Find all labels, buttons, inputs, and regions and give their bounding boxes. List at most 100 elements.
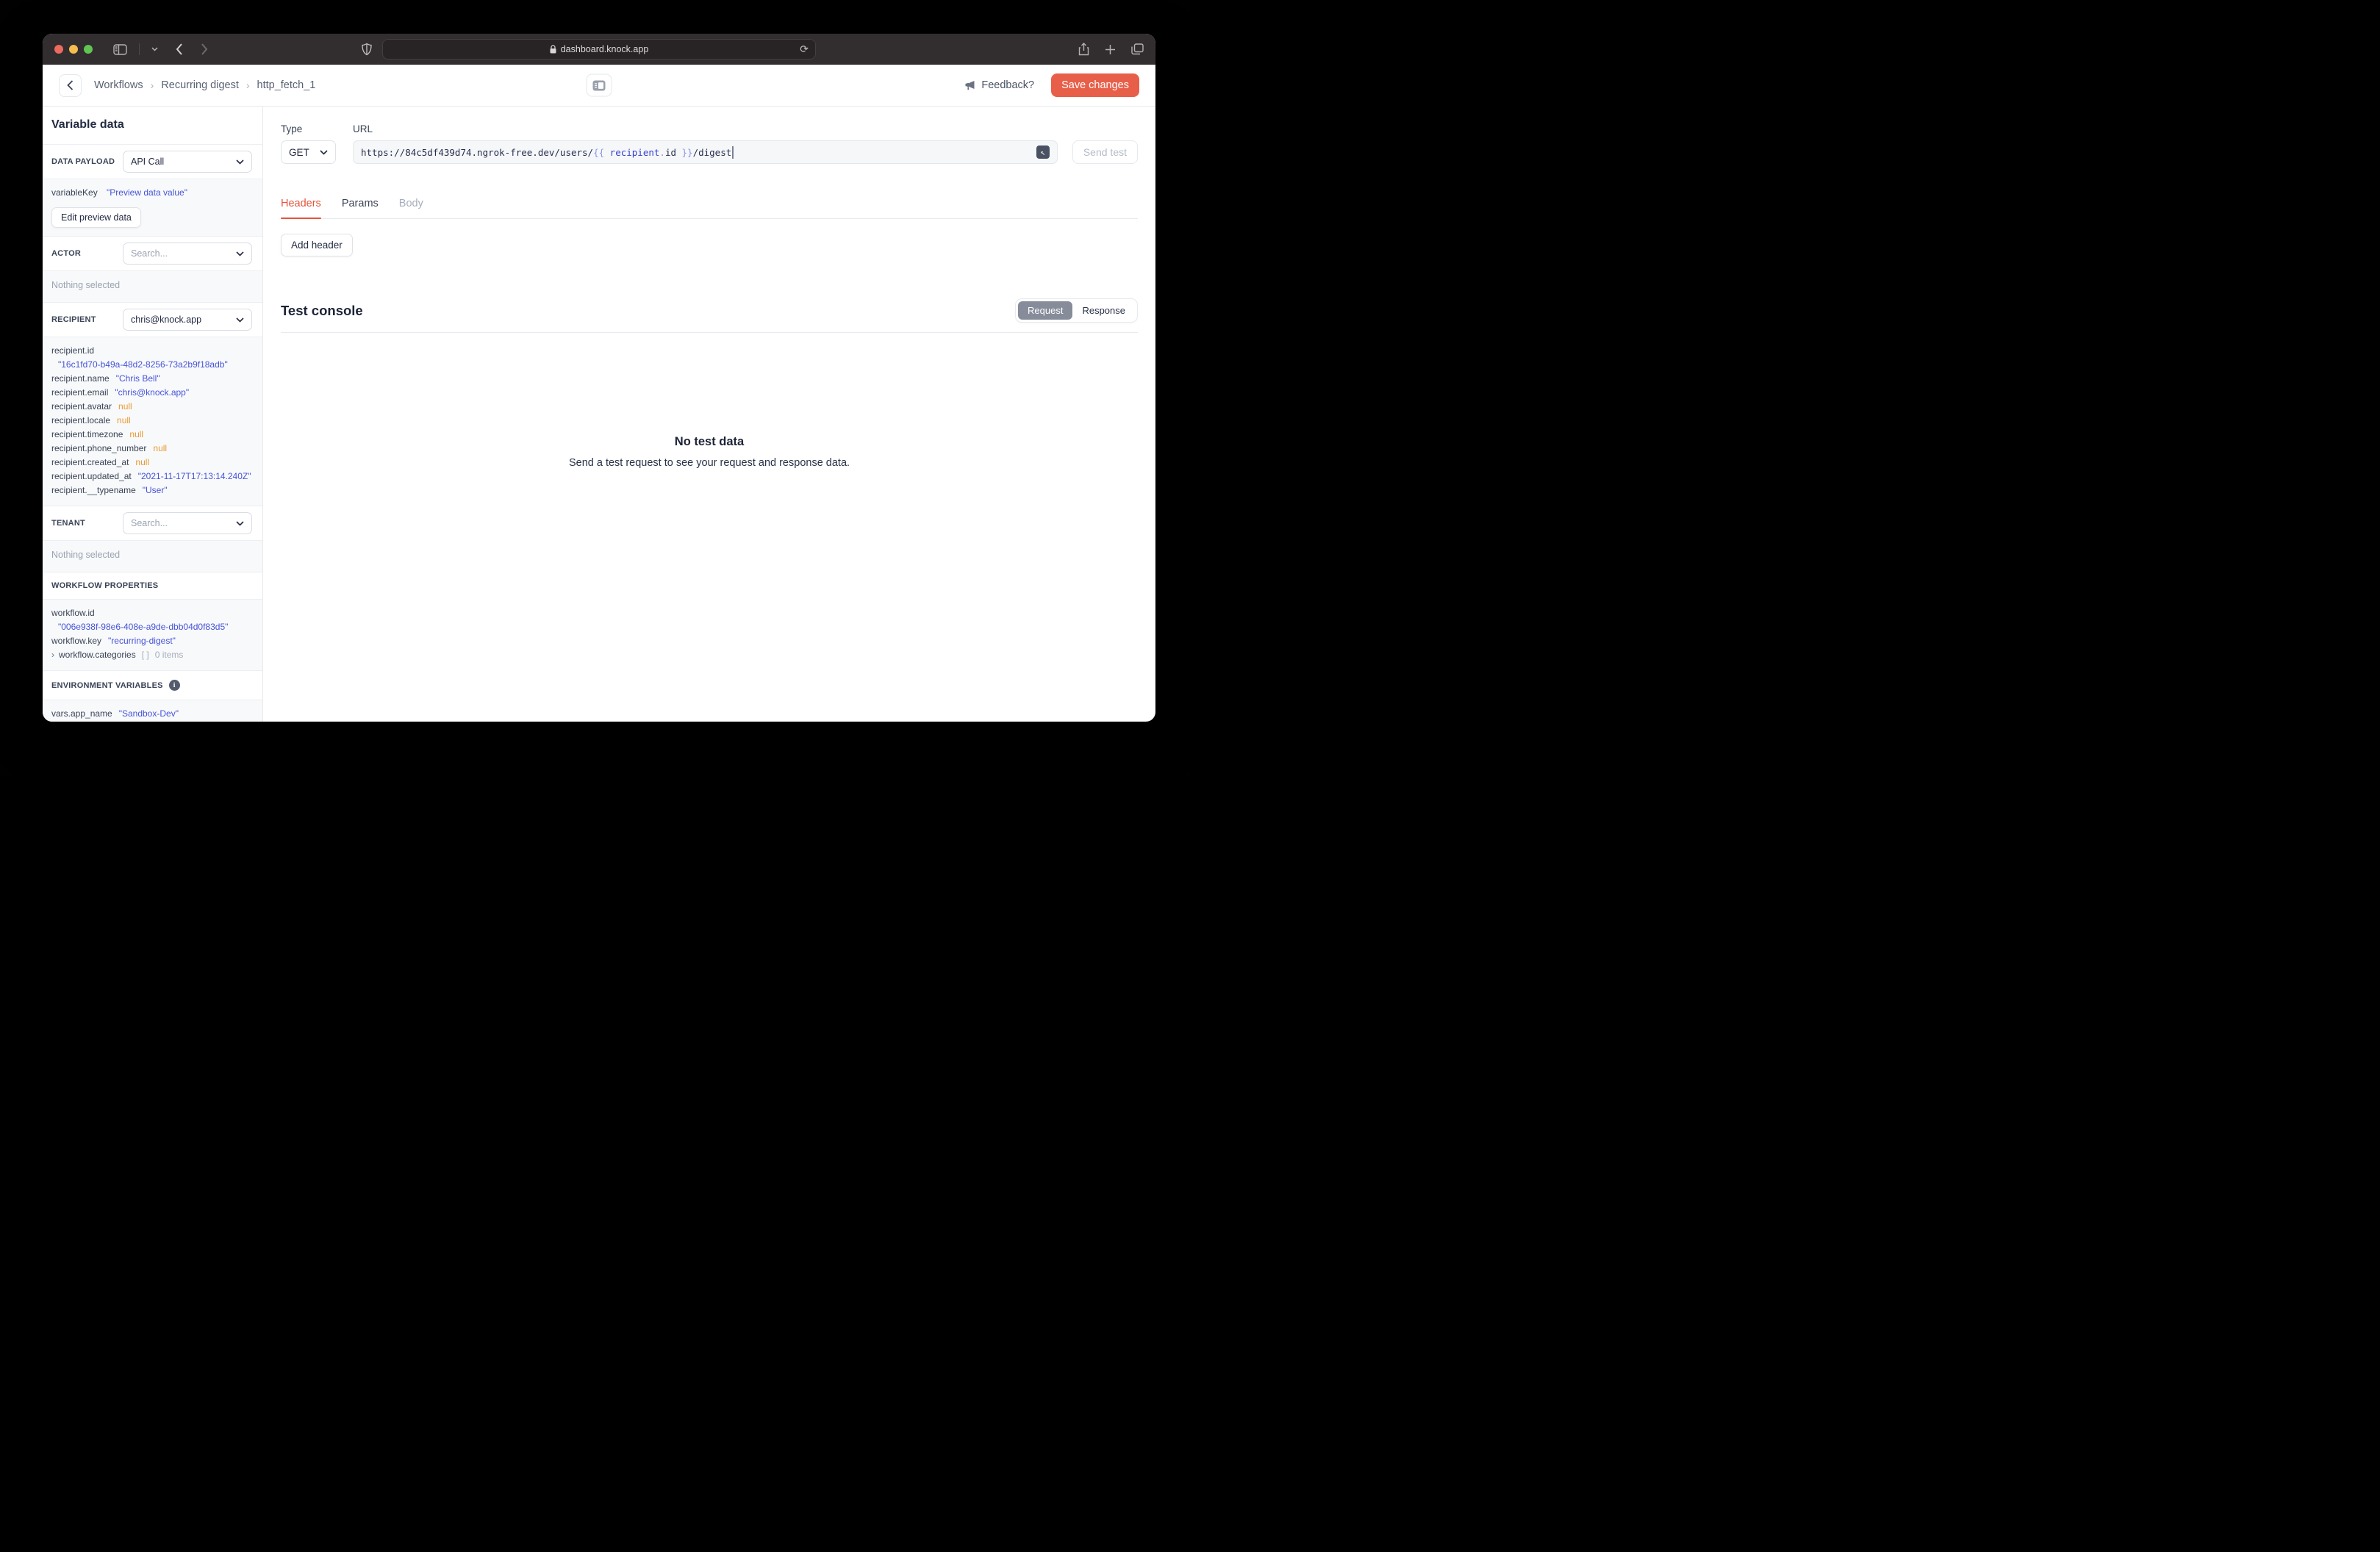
request-tabs: Headers Params Body (281, 198, 1138, 219)
breadcrumb-item[interactable]: Recurring digest (161, 79, 239, 91)
back-icon[interactable] (176, 43, 183, 55)
test-console-header: Test console Request Response (281, 298, 1138, 323)
url-segment: recipient (604, 146, 660, 158)
kv-key: workflow.key (51, 636, 102, 646)
new-tab-icon[interactable] (1105, 44, 1116, 55)
no-test-data-subtitle: Send a test request to see your request … (568, 457, 850, 469)
test-console-title: Test console (281, 302, 363, 318)
chevron-down-icon (236, 251, 244, 256)
tab-overview-icon[interactable] (1131, 43, 1144, 55)
minimize-window-button[interactable] (69, 45, 78, 54)
url-segment: . (659, 146, 665, 158)
kv-key: recipient.updated_at (51, 471, 132, 481)
kv-row: workflow.key "recurring-digest" (51, 634, 254, 648)
add-header-button[interactable]: Add header (281, 234, 353, 256)
breadcrumb-separator: › (245, 79, 250, 91)
type-field: Type GET (281, 123, 336, 164)
recipient-row: RECIPIENT chris@knock.app (43, 303, 262, 337)
feedback-link[interactable]: Feedback? (964, 79, 1034, 91)
kv-key: recipient.__typename (51, 485, 136, 495)
info-icon[interactable]: i (168, 680, 180, 691)
request-row: Type GET URL https://84c5df439d74.ngrok-… (281, 123, 1138, 164)
chevron-right-icon[interactable]: › (51, 650, 54, 660)
kv-value: "User" (142, 485, 168, 495)
method-select[interactable]: GET (281, 140, 336, 164)
http-fetch-editor: Type GET URL https://84c5df439d74.ngrok-… (263, 107, 1155, 722)
save-changes-button[interactable]: Save changes (1051, 73, 1139, 97)
kv-row: › workflow.categories [ ] 0 items (51, 648, 254, 662)
data-payload-select[interactable]: API Call (123, 151, 252, 173)
sidebar-toggle-icon[interactable] (113, 43, 127, 55)
workflow-fields-section: workflow.id "006e938f-98e6-408e-a9de-dbb0… (43, 600, 262, 670)
segment-request[interactable]: Request (1018, 301, 1073, 320)
tenant-placeholder: Search... (131, 518, 168, 528)
chevron-down-icon (236, 317, 244, 323)
kv-value: null (153, 443, 168, 453)
kv-row: recipient.phone_number null (51, 442, 254, 456)
kv-value-block: "006e938f-98e6-408e-a9de-dbb04d0f83d5" (51, 620, 254, 634)
url-segment: {{ (593, 146, 605, 158)
segment-response[interactable]: Response (1072, 301, 1135, 320)
kv-row: recipient.name "Chris Bell" (51, 372, 254, 386)
variable-data-sidebar: Variable data DATA PAYLOAD API Call vari… (43, 107, 263, 722)
kv-row: recipient.timezone null (51, 428, 254, 442)
kv-row: recipient.__typename "User" (51, 484, 254, 497)
recipient-select[interactable]: chris@knock.app (123, 309, 252, 331)
kv-row: recipient.locale null (51, 414, 254, 428)
kv-key: workflow.id (51, 608, 95, 618)
url-segment: https://84c5df439d74.ngrok-free.dev/user… (361, 146, 594, 158)
recipient-label: RECIPIENT (51, 315, 96, 324)
no-test-data-state: No test data Send a test request to see … (281, 435, 1138, 469)
address-bar[interactable]: dashboard.knock.app ⟳ (382, 39, 816, 60)
kv-key: recipient.phone_number (51, 443, 147, 453)
kv-value-block: "16c1fd70-b49a-48d2-8256-73a2b9f18adb" (51, 358, 254, 372)
workflow-properties-row: WORKFLOW PROPERTIES (43, 572, 262, 599)
actor-label: ACTOR (51, 249, 82, 258)
zoom-window-button[interactable] (84, 45, 93, 54)
kv-row: workflow.id "006e938f-98e6-408e-a9de-dbb0… (51, 606, 254, 634)
kv-value: "2021-11-17T17:13:14.240Z" (137, 471, 251, 481)
url-field: URL https://84c5df439d74.ngrok-free.dev/… (353, 123, 1058, 164)
share-icon[interactable] (1078, 43, 1089, 56)
kv-row: recipient.id "16c1fd70-b49a-48d2-8256-73a… (51, 344, 254, 372)
env-fields-section: vars.app_name "Sandbox-Dev" vars.app_url"s… (43, 700, 262, 722)
panel-toggle-button[interactable] (586, 73, 612, 97)
chrome-nav (104, 43, 208, 55)
data-payload-row: DATA PAYLOAD API Call (43, 145, 262, 179)
url-input[interactable]: https://84c5df439d74.ngrok-free.dev/user… (353, 140, 1058, 164)
tab-headers[interactable]: Headers (281, 198, 321, 219)
lock-icon (550, 45, 556, 54)
preview-data-section: variableKey "Preview data value" Edit pr… (43, 179, 262, 236)
tab-body[interactable]: Body (399, 198, 423, 218)
send-test-button[interactable]: Send test (1072, 140, 1138, 164)
tab-params[interactable]: Params (342, 198, 379, 218)
kv-value: null (118, 401, 132, 412)
tenant-select[interactable]: Search... (123, 512, 252, 534)
recipient-fields-section: recipient.id "16c1fd70-b49a-48d2-8256-73a… (43, 337, 262, 506)
forward-icon[interactable] (201, 43, 208, 55)
kv-row: variableKey "Preview data value" (51, 186, 254, 200)
kv-key: recipient.id (51, 345, 95, 356)
divider (139, 43, 140, 55)
kv-row: vars.app_name "Sandbox-Dev" (51, 707, 254, 721)
close-window-button[interactable] (54, 45, 63, 54)
actor-select[interactable]: Search... (123, 242, 252, 265)
breadcrumb-separator: › (150, 79, 154, 91)
privacy-shield-icon[interactable] (362, 43, 372, 56)
chevron-down-icon (320, 149, 328, 155)
megaphone-icon (964, 80, 975, 91)
back-button[interactable] (59, 73, 82, 97)
reload-icon[interactable]: ⟳ (800, 43, 809, 56)
kv-key: recipient.timezone (51, 429, 123, 439)
breadcrumb-item[interactable]: http_fetch_1 (257, 79, 316, 91)
chevron-down-icon[interactable] (151, 47, 158, 51)
kv-value: "Chris Bell" (115, 373, 160, 384)
breadcrumb-item[interactable]: Workflows (94, 79, 143, 91)
request-response-toggle: Request Response (1015, 298, 1138, 323)
actor-empty-text: Nothing selected (51, 280, 121, 290)
type-label: Type (281, 123, 303, 134)
url-label: URL (353, 123, 373, 134)
expand-editor-icon[interactable]: ↖ (1036, 146, 1050, 159)
edit-preview-data-button[interactable]: Edit preview data (51, 207, 141, 228)
kv-value: null (129, 429, 144, 439)
